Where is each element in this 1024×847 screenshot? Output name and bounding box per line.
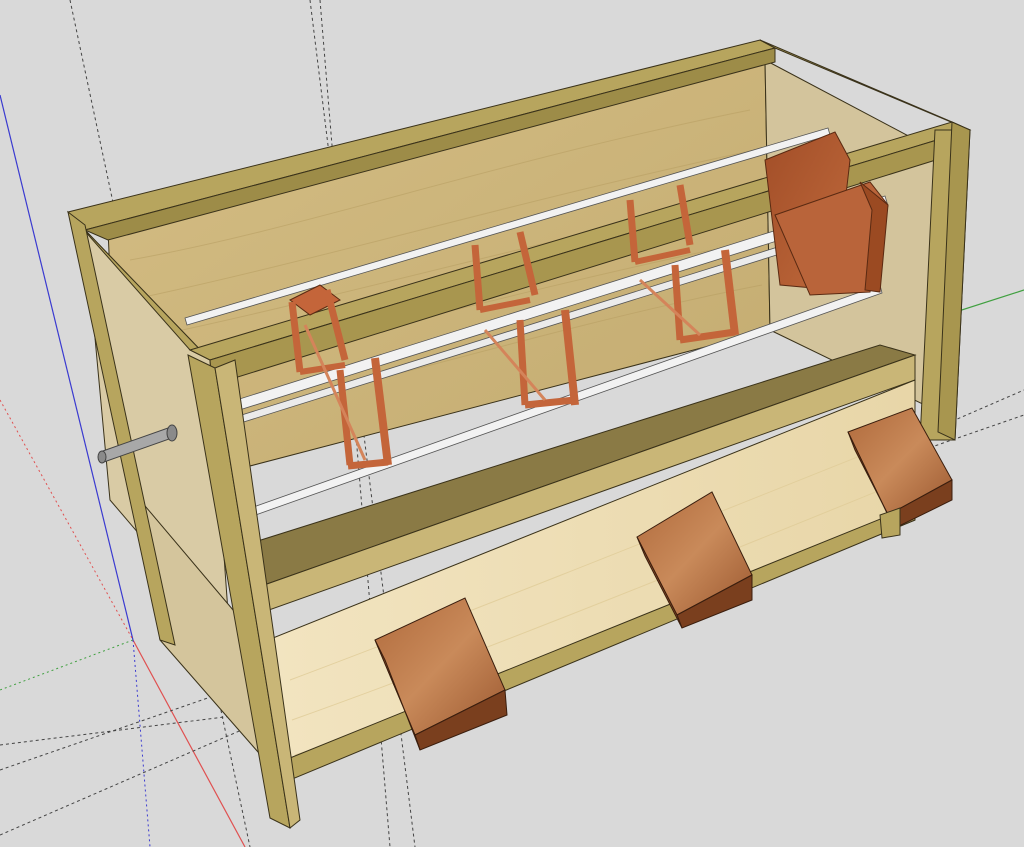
3d-scene[interactable] — [0, 0, 1024, 847]
blue-axis-dotted — [132, 639, 151, 847]
modeling-viewport[interactable] — [0, 0, 1024, 847]
green-axis — [0, 639, 134, 691]
